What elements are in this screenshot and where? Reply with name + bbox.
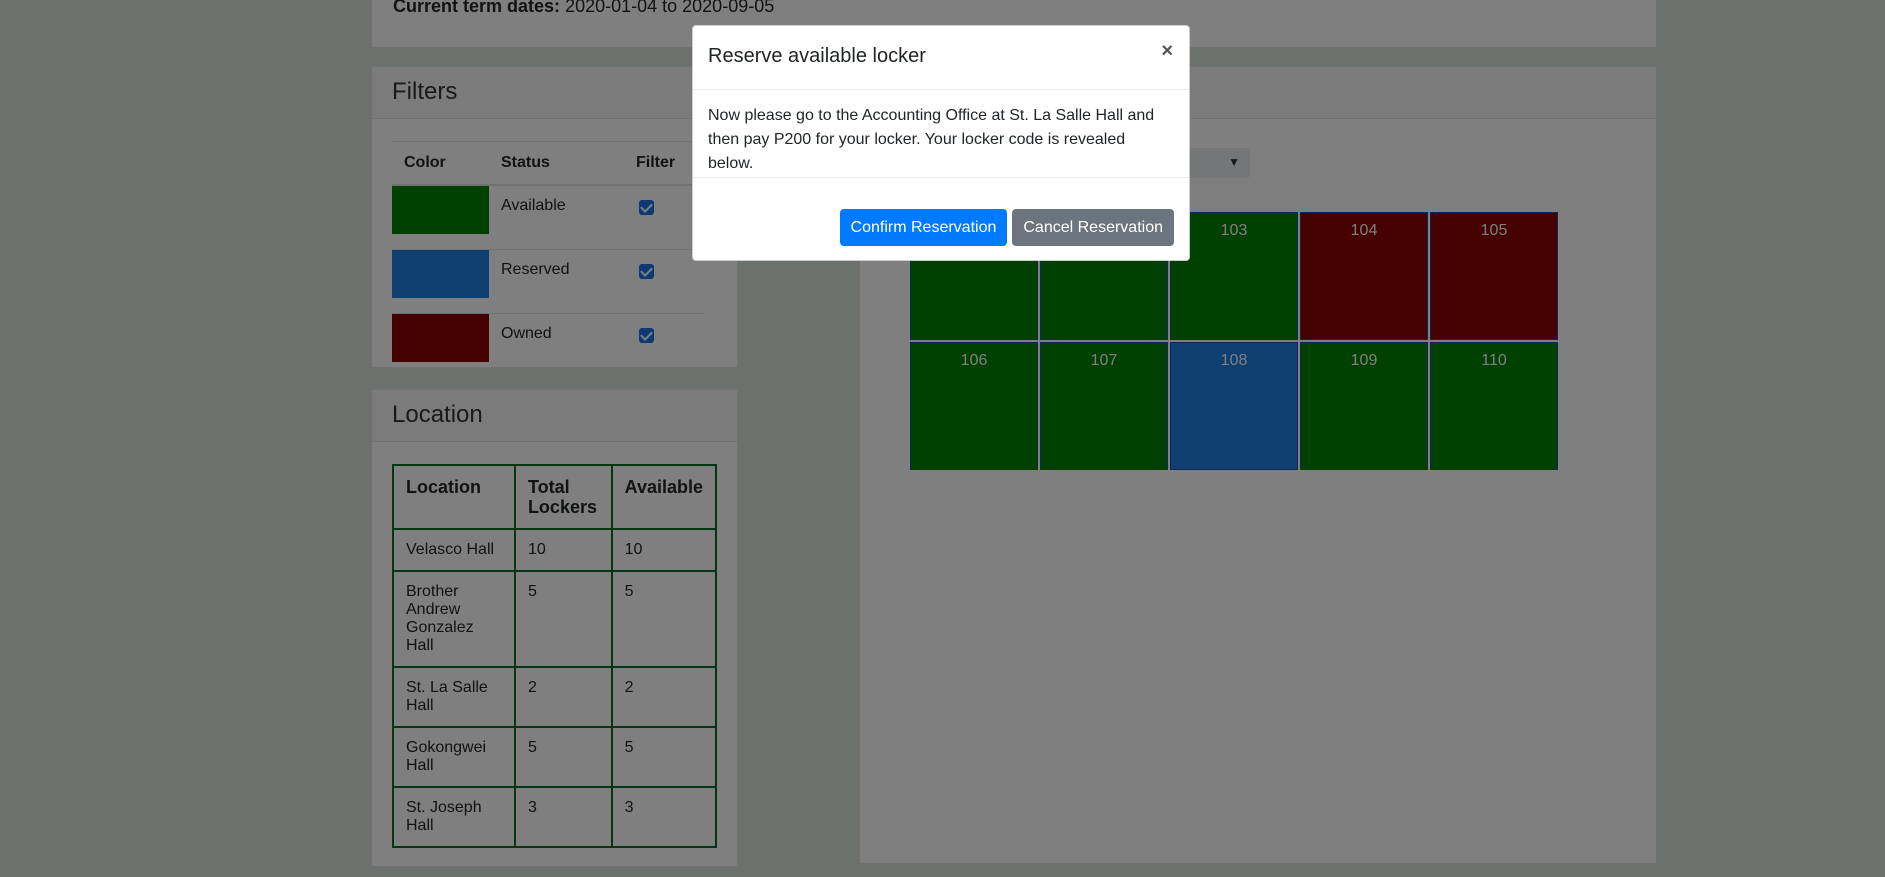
page: Current term dates: 2020-01-04 to 2020-0… bbox=[0, 0, 1885, 877]
reserve-modal: Reserve available locker × Now please go… bbox=[692, 25, 1190, 261]
modal-footer: Confirm Reservation Cancel Reservation bbox=[839, 209, 1174, 246]
modal-header: Reserve available locker × bbox=[693, 26, 1189, 90]
confirm-reservation-button[interactable]: Confirm Reservation bbox=[839, 209, 1008, 246]
modal-body: Now please go to the Accounting Office a… bbox=[693, 90, 1189, 178]
cancel-reservation-button[interactable]: Cancel Reservation bbox=[1012, 209, 1174, 246]
close-icon[interactable]: × bbox=[1161, 40, 1173, 63]
modal-title: Reserve available locker bbox=[708, 45, 926, 67]
